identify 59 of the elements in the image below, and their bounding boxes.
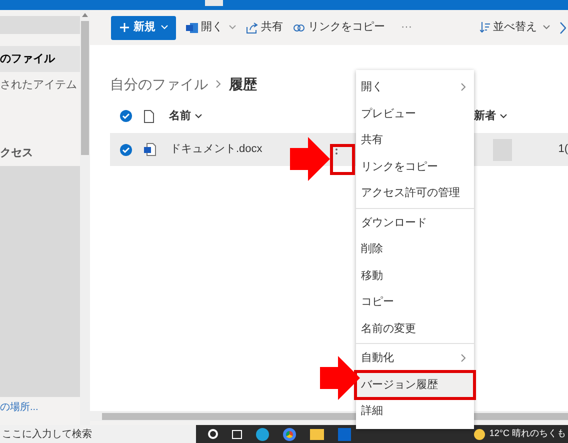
folder-icon[interactable] <box>310 428 324 440</box>
weather-icon <box>474 428 486 440</box>
open-button[interactable]: 開く <box>186 19 236 36</box>
menu-item[interactable]: ダウンロード <box>356 210 474 236</box>
plus-icon <box>120 23 128 32</box>
menu-item[interactable]: アクセス許可の管理 <box>356 180 474 206</box>
scrollbar-thumb[interactable] <box>81 21 89 155</box>
copy-link-button[interactable]: リンクをコピー <box>293 19 385 36</box>
menu-item[interactable]: 名前の変更 <box>356 316 474 342</box>
share-icon <box>246 22 258 34</box>
checkbox[interactable] <box>120 110 132 122</box>
task-view-icon[interactable] <box>232 430 242 438</box>
table-cell-text: 1( <box>558 142 568 158</box>
chevron-down-icon <box>500 114 507 118</box>
sidebar-link[interactable]: の場所... <box>0 400 38 414</box>
checkbox[interactable] <box>120 144 132 156</box>
menu-item[interactable]: 削除 <box>356 236 474 262</box>
sort-button[interactable]: 並べ替え <box>480 19 550 36</box>
breadcrumb-current: 履歴 <box>229 74 257 94</box>
menu-item[interactable]: 開く <box>356 74 474 100</box>
checkmark-icon <box>122 112 130 120</box>
chevron-down-icon <box>195 114 202 118</box>
chevron-down-icon <box>229 25 236 30</box>
chevron-down-icon <box>160 25 168 30</box>
checkmark-icon <box>122 146 130 154</box>
file-name[interactable]: ドキュメント.docx <box>170 141 262 158</box>
document-icon <box>186 22 198 34</box>
chevron-right-icon[interactable] <box>560 22 568 34</box>
new-button[interactable]: 新規 <box>111 16 176 40</box>
mail-app-icon[interactable] <box>338 428 351 440</box>
column-header[interactable]: 新者 <box>474 108 507 124</box>
file-type-icon <box>144 110 154 122</box>
breadcrumb-link[interactable]: 自分のファイル <box>110 74 208 94</box>
column-header[interactable]: 名前 <box>169 108 202 124</box>
sidebar-item[interactable]: クセス <box>0 140 80 166</box>
menu-item[interactable]: プレビュー <box>356 100 474 127</box>
share-button[interactable]: 共有 <box>246 19 283 36</box>
menu-item[interactable]: 詳細 <box>356 398 474 424</box>
sidebar-item[interactable]: のファイル <box>0 46 80 72</box>
taskbar-search-field[interactable]: ここに入力して検索 <box>0 425 196 443</box>
scroll-up-icon[interactable] <box>82 13 88 17</box>
browser-icon[interactable] <box>283 428 296 440</box>
sort-icon <box>480 22 490 33</box>
sidebar-item[interactable]: されたアイテム <box>0 72 80 98</box>
link-icon <box>293 22 305 32</box>
menu-item[interactable]: 自動化 <box>356 345 474 372</box>
annotation-frame <box>330 144 355 175</box>
word-file-icon <box>144 143 156 156</box>
more-button[interactable]: ··· <box>395 19 418 36</box>
chevron-down-icon <box>543 25 550 30</box>
browser-icon[interactable] <box>256 428 269 440</box>
pointer-arrow <box>290 137 330 181</box>
search-icon[interactable] <box>208 429 218 439</box>
chevron-right-icon <box>216 80 221 88</box>
menu-item[interactable]: バージョン履歴 <box>356 372 474 398</box>
weather-text: 12°C 晴れのちくも <box>489 427 566 440</box>
pointer-arrow <box>320 356 360 400</box>
menu-item[interactable]: コピー <box>356 289 474 316</box>
menu-item[interactable]: 移動 <box>356 262 474 289</box>
